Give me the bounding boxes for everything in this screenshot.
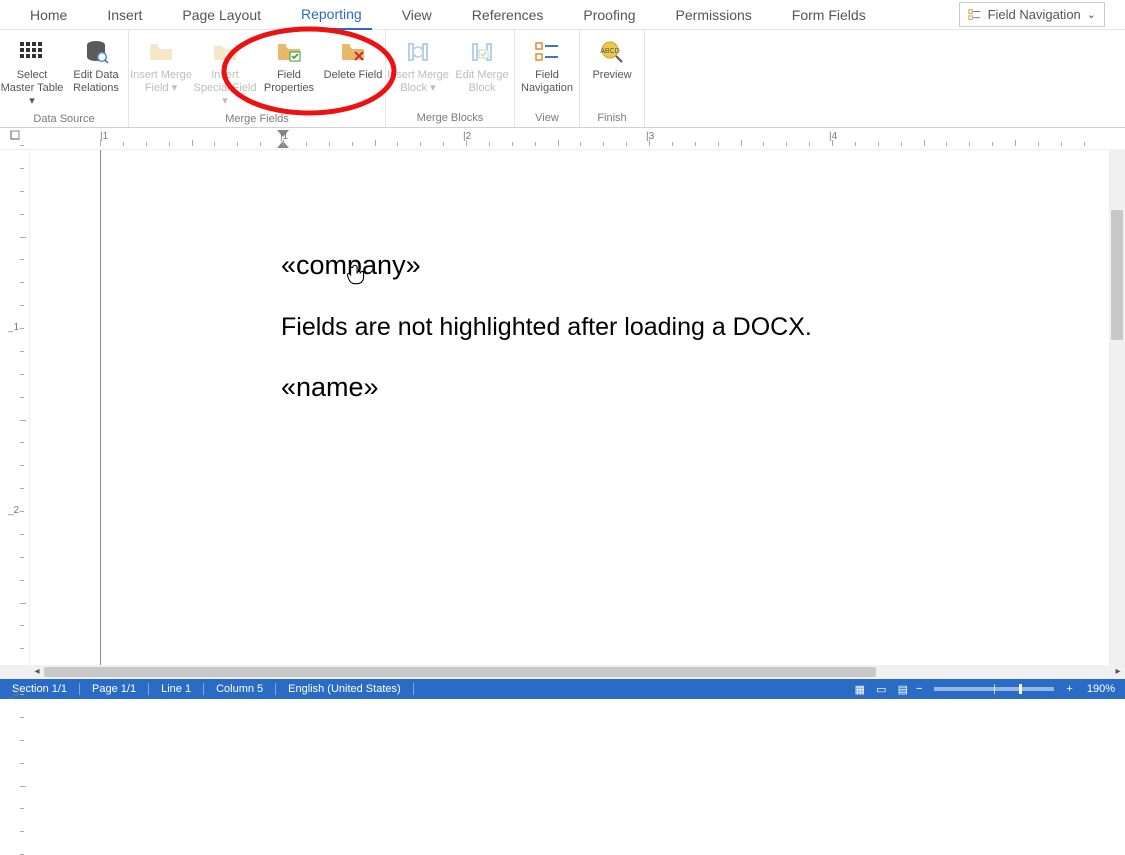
- vertical-scrollbar[interactable]: [1109, 150, 1125, 665]
- select-master-table-label: Select Master Table ▾: [0, 69, 64, 109]
- merge-field-name[interactable]: «name»: [281, 372, 812, 403]
- hscroll-track[interactable]: [44, 665, 1111, 679]
- vertical-scrollbar-thumb[interactable]: [1111, 210, 1123, 340]
- edit-data-relations-label: Edit Data Relations: [64, 69, 128, 95]
- vertical-ruler[interactable]: _1_2_3: [0, 150, 30, 665]
- tab-reporting[interactable]: Reporting: [291, 0, 372, 30]
- view-mode-icons[interactable]: ▦ ▭ ▤: [851, 683, 912, 696]
- insert-merge-block-label: Insert Merge Block ▾: [386, 69, 450, 95]
- group-label-data-source: Data Source: [0, 111, 128, 128]
- group-view: Field Navigation View: [515, 30, 580, 127]
- page[interactable]: «company» Fields are not highlighted aft…: [100, 150, 1090, 665]
- group-label-merge-blocks: Merge Blocks: [386, 110, 514, 127]
- preview-button[interactable]: ABCD Preview: [580, 34, 644, 110]
- database-icon: [82, 38, 110, 66]
- page-viewport[interactable]: «company» Fields are not highlighted aft…: [30, 150, 1125, 665]
- status-page[interactable]: Page 1/1: [80, 683, 149, 695]
- tab-proofing[interactable]: Proofing: [573, 1, 645, 29]
- tab-permissions[interactable]: Permissions: [666, 1, 762, 29]
- group-finish: ABCD Preview Finish: [580, 30, 645, 127]
- tab-references[interactable]: References: [462, 1, 554, 29]
- tab-page-layout[interactable]: Page Layout: [172, 1, 271, 29]
- folder-icon: [147, 38, 175, 66]
- insert-merge-field-label: Insert Merge Field ▾: [129, 69, 193, 95]
- view-read-icon[interactable]: ▤: [894, 684, 912, 696]
- insert-merge-block-button: Insert Merge Block ▾: [386, 34, 450, 110]
- insert-special-field-label: Insert Special Field ▾: [193, 69, 257, 109]
- preview-label: Preview: [592, 69, 631, 82]
- status-bar: Section 1/1 Page 1/1 Line 1 Column 5 Eng…: [0, 679, 1125, 699]
- hscroll-thumb[interactable]: [44, 667, 876, 677]
- tab-view[interactable]: View: [392, 1, 442, 29]
- select-master-table-button[interactable]: Select Master Table ▾: [0, 34, 64, 111]
- workspace: _1_2_3 «company» Fields are not highligh…: [0, 150, 1125, 665]
- ribbon: Select Master Table ▾ Edit Data Relation…: [0, 30, 1125, 128]
- zoom-in-button[interactable]: +: [1062, 683, 1076, 695]
- field-navigation-button[interactable]: Field Navigation: [515, 34, 579, 110]
- document-content[interactable]: «company» Fields are not highlighted aft…: [281, 250, 812, 403]
- folder-special-icon: [211, 38, 239, 66]
- merge-field-company[interactable]: «company»: [281, 250, 812, 281]
- horizontal-ruler[interactable]: |1|1|2|3|4: [0, 128, 1125, 150]
- folder-delete-icon: [339, 38, 367, 66]
- menu-tabs: Home Insert Page Layout Reporting View R…: [0, 0, 1125, 30]
- chevron-down-icon: ⌄: [1087, 8, 1096, 21]
- edit-data-relations-button[interactable]: Edit Data Relations: [64, 34, 128, 111]
- zoom-out-button[interactable]: −: [912, 683, 926, 695]
- edit-merge-block-label: Edit Merge Block: [450, 69, 514, 95]
- insert-merge-field-button: Insert Merge Field ▾: [129, 34, 193, 111]
- field-navigation-dropdown[interactable]: Field Navigation ⌄: [959, 2, 1105, 27]
- horizontal-scrollbar[interactable]: ◂ ▸: [0, 665, 1125, 679]
- field-properties-label: Field Properties: [257, 69, 321, 95]
- zoom-slider[interactable]: [934, 687, 1054, 691]
- delete-field-button[interactable]: Delete Field: [321, 34, 385, 111]
- status-language[interactable]: English (United States): [276, 683, 414, 695]
- group-merge-fields: Insert Merge Field ▾ Insert Special Fiel…: [129, 30, 386, 127]
- hscroll-left-button[interactable]: ◂: [30, 665, 44, 679]
- zoom-slider-thumb[interactable]: [1019, 684, 1022, 694]
- group-label-view: View: [515, 110, 579, 127]
- ruler-corner-icon: [0, 130, 30, 142]
- zoom-percent[interactable]: 190%: [1077, 683, 1125, 695]
- field-navigation-button-label: Field Navigation: [515, 69, 579, 95]
- delete-field-label: Delete Field: [324, 69, 383, 82]
- group-label-merge-fields: Merge Fields: [129, 111, 385, 128]
- insert-special-field-button: Insert Special Field ▾: [193, 34, 257, 111]
- group-merge-blocks: Insert Merge Block ▾ Edit Merge Block Me…: [386, 30, 515, 127]
- status-column[interactable]: Column 5: [204, 683, 276, 695]
- group-label-finish: Finish: [580, 110, 644, 127]
- tab-form-fields[interactable]: Form Fields: [782, 1, 876, 29]
- tab-insert[interactable]: Insert: [97, 1, 152, 29]
- field-navigation-icon: [533, 38, 561, 66]
- folder-check-icon: [275, 38, 303, 66]
- block-refresh-icon: [404, 38, 432, 66]
- svg-text:ABCD: ABCD: [600, 48, 619, 55]
- tab-home[interactable]: Home: [20, 1, 77, 29]
- block-check-icon: [468, 38, 496, 66]
- view-print-icon[interactable]: ▦: [851, 684, 869, 696]
- status-line[interactable]: Line 1: [149, 683, 204, 695]
- preview-icon: ABCD: [598, 38, 626, 66]
- view-web-icon[interactable]: ▭: [872, 684, 890, 696]
- field-navigation-icon: [968, 8, 982, 22]
- hscroll-right-button[interactable]: ▸: [1111, 665, 1125, 679]
- grid-icon: [18, 38, 46, 66]
- body-text[interactable]: Fields are not highlighted after loading…: [281, 313, 812, 342]
- field-properties-button[interactable]: Field Properties: [257, 34, 321, 111]
- edit-merge-block-button: Edit Merge Block: [450, 34, 514, 110]
- field-navigation-label: Field Navigation: [988, 7, 1081, 22]
- group-data-source: Select Master Table ▾ Edit Data Relation…: [0, 30, 129, 127]
